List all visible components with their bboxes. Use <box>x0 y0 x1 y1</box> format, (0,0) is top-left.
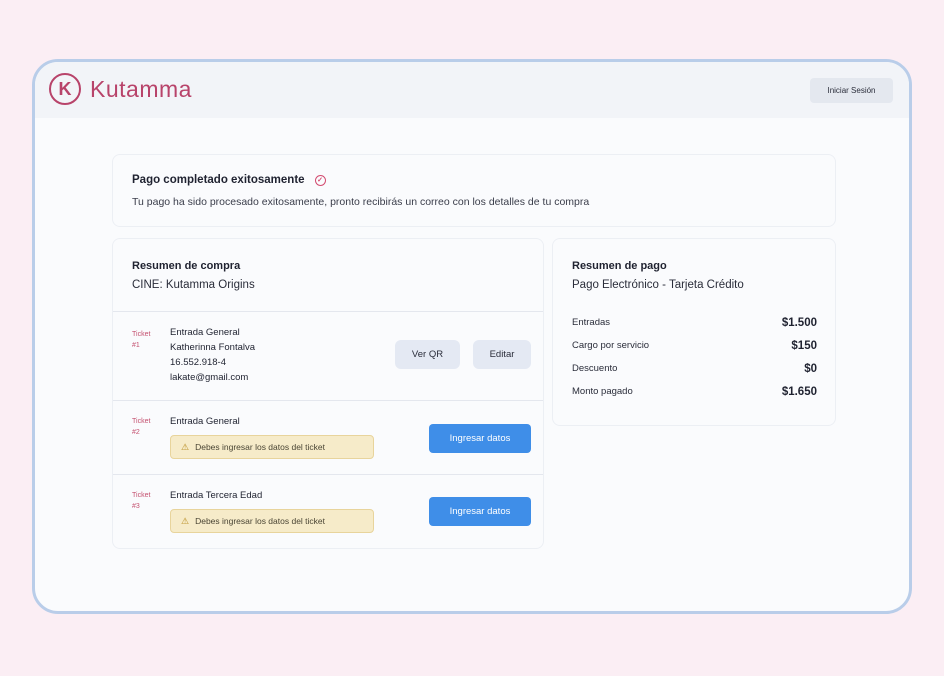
logo[interactable]: K Kutamma <box>49 73 192 105</box>
payment-summary-title: Resumen de pago <box>572 260 667 272</box>
divider <box>113 311 543 312</box>
payment-row-value: $1.650 <box>781 386 817 398</box>
warning-icon: ⚠ <box>181 515 190 526</box>
logo-mark-icon: K <box>49 73 81 105</box>
payment-row-label: Monto pagado <box>572 386 633 397</box>
banner-title-row: Pago completado exitosamente ✓ <box>132 174 326 186</box>
purchase-summary-card: Resumen de compra CINE: Kutamma Origins … <box>112 238 544 549</box>
ticket-type: Entrada General <box>170 416 240 427</box>
warning-text: Debes ingresar los datos del ticket <box>195 442 326 452</box>
divider <box>113 400 543 401</box>
payment-row-value: $150 <box>791 340 817 352</box>
warning-text: Debes ingresar los datos del ticket <box>195 516 326 526</box>
payment-row-entradas: Entradas $1.500 <box>572 317 817 329</box>
ticket-holder-name: Katherinna Fontalva <box>170 342 256 353</box>
divider <box>113 474 543 475</box>
brand-name: Kutamma <box>90 75 192 102</box>
missing-data-warning: ⚠ Debes ingresar los datos del ticket <box>170 509 374 533</box>
payment-row-value: $0 <box>804 363 817 375</box>
missing-data-warning: ⚠ Debes ingresar los datos del ticket <box>170 435 374 459</box>
edit-ticket-button[interactable]: Editar <box>473 340 531 369</box>
warning-icon: ⚠ <box>181 441 190 452</box>
payment-row-label: Descuento <box>572 363 618 374</box>
success-banner: Pago completado exitosamente ✓ Tu pago h… <box>112 154 836 227</box>
check-circle-icon: ✓ <box>314 174 326 186</box>
payment-summary-card: Resumen de pago Pago Electrónico - Tarje… <box>552 238 836 426</box>
ticket-holder-rut: 16.552.918-4 <box>170 357 226 368</box>
login-button[interactable]: Iniciar Sesión <box>810 78 893 103</box>
enter-data-button[interactable]: Ingresar datos <box>429 497 531 526</box>
top-bar: K Kutamma Iniciar Sesión <box>35 62 909 118</box>
banner-title: Pago completado exitosamente <box>132 174 305 186</box>
payment-row-discount: Descuento $0 <box>572 363 817 375</box>
payment-row-total: Monto pagado $1.650 <box>572 386 817 398</box>
ticket-label: Ticket #1 <box>132 331 151 349</box>
banner-description: Tu pago ha sido procesado exitosamente, … <box>132 196 590 208</box>
ticket-label: Ticket #3 <box>132 492 151 510</box>
payment-row-label: Cargo por servicio <box>572 340 650 351</box>
ticket-label: Ticket #2 <box>132 418 151 436</box>
ticket-holder-email: lakate@gmail.com <box>170 372 249 383</box>
enter-data-button[interactable]: Ingresar datos <box>429 424 531 453</box>
app-window: K Kutamma Iniciar Sesión Pago completado… <box>32 59 912 614</box>
payment-row-service-charge: Cargo por servicio $150 <box>572 340 817 352</box>
payment-method: Pago Electrónico - Tarjeta Crédito <box>572 279 744 291</box>
payment-row-label: Entradas <box>572 317 611 328</box>
view-qr-button[interactable]: Ver QR <box>395 340 460 369</box>
purchase-summary-title: Resumen de compra <box>132 260 241 272</box>
event-name: CINE: Kutamma Origins <box>132 279 255 291</box>
payment-row-value: $1.500 <box>781 317 817 329</box>
ticket-type: Entrada General <box>170 327 240 338</box>
ticket-type: Entrada Tercera Edad <box>170 490 263 501</box>
